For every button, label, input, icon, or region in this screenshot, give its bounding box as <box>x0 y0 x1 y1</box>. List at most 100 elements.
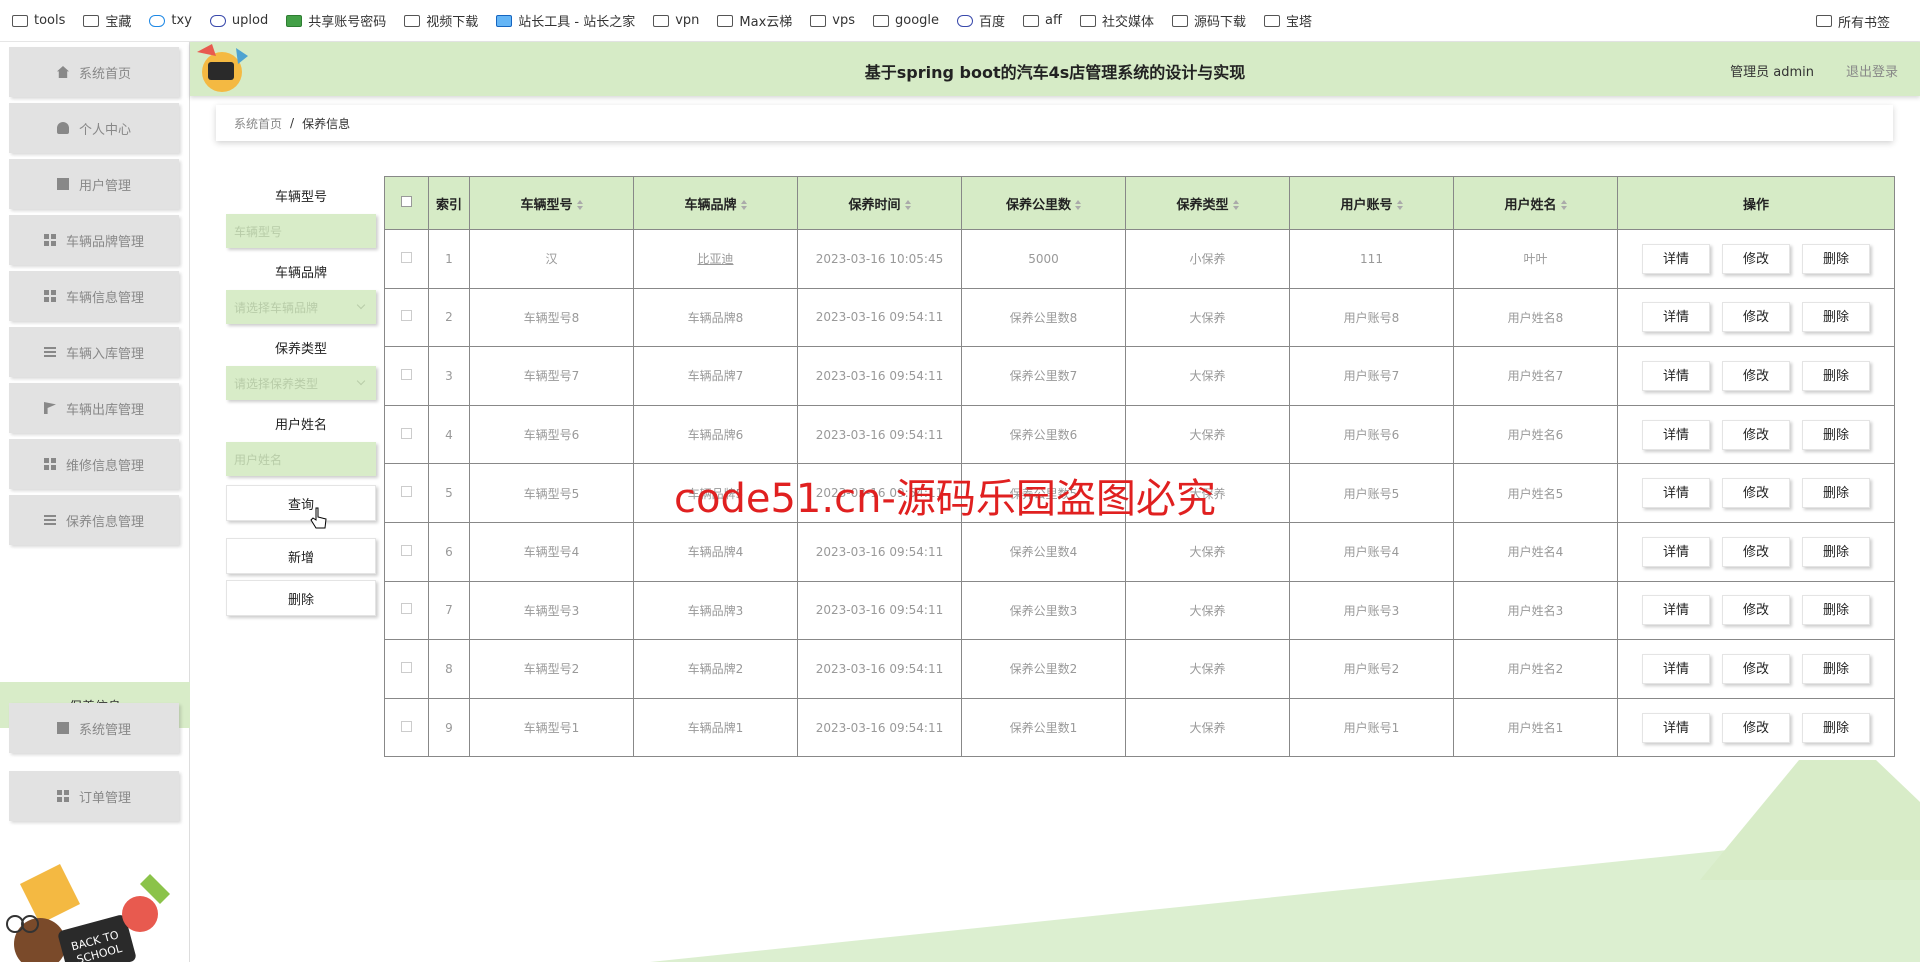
row-select-cell[interactable] <box>384 580 429 641</box>
sidebar-item-7[interactable]: 维修信息管理 <box>9 439 179 489</box>
sort-icon[interactable] <box>904 200 911 210</box>
bookmark-item[interactable]: 视频下载 <box>404 11 478 30</box>
row-select-cell[interactable] <box>384 229 429 289</box>
bookmark-item[interactable]: vpn <box>653 13 699 28</box>
select-all-cell[interactable] <box>384 176 429 230</box>
row-select-cell[interactable] <box>384 404 429 465</box>
col-brand[interactable]: 车辆品牌 <box>633 176 798 230</box>
row-delete-button[interactable]: 删除 <box>1802 595 1870 626</box>
sidebar-item-1[interactable]: 个人中心 <box>9 103 179 153</box>
col-account[interactable]: 用户账号 <box>1289 176 1454 230</box>
delete-button[interactable]: 删除 <box>226 580 376 616</box>
sort-icon[interactable] <box>576 200 583 210</box>
logout-link[interactable]: 退出登录 <box>1846 61 1898 80</box>
col-type[interactable]: 保养类型 <box>1125 176 1290 230</box>
sidebar-item-2[interactable]: 用户管理 <box>9 159 179 209</box>
detail-button[interactable]: 详情 <box>1642 419 1710 450</box>
row-select-cell[interactable] <box>384 287 429 348</box>
row-select-cell[interactable] <box>384 639 429 699</box>
query-button[interactable]: 查询 <box>226 485 376 521</box>
sidebar-bottom-item-0[interactable]: 系统管理 <box>9 703 179 753</box>
detail-button[interactable]: 详情 <box>1642 595 1710 626</box>
brand-select[interactable]: 请选择车辆品牌 <box>226 290 376 324</box>
name-input[interactable]: 用户姓名 <box>226 442 376 476</box>
bookmark-item[interactable]: uplod <box>209 13 268 28</box>
row-checkbox[interactable] <box>401 661 412 673</box>
sidebar-item-4[interactable]: 车辆信息管理 <box>9 271 179 321</box>
row-delete-button[interactable]: 删除 <box>1802 712 1870 743</box>
row-checkbox[interactable] <box>401 427 412 439</box>
row-checkbox[interactable] <box>401 251 412 263</box>
bookmark-item[interactable]: aff <box>1023 13 1062 28</box>
select-all-checkbox[interactable] <box>401 195 412 207</box>
bookmark-item[interactable]: 宝藏 <box>83 11 131 30</box>
row-checkbox[interactable] <box>401 544 412 556</box>
sidebar-item-6[interactable]: 车辆出库管理 <box>9 383 179 433</box>
edit-button[interactable]: 修改 <box>1722 360 1790 391</box>
sidebar-item-3[interactable]: 车辆品牌管理 <box>9 215 179 265</box>
bookmark-item[interactable]: 社交媒体 <box>1079 11 1154 30</box>
sort-icon[interactable] <box>740 200 747 210</box>
col-km[interactable]: 保养公里数 <box>961 176 1126 230</box>
model-input[interactable]: 车辆型号 <box>226 214 376 248</box>
edit-button[interactable]: 修改 <box>1722 653 1790 684</box>
row-checkbox[interactable] <box>401 368 412 380</box>
bookmark-item[interactable]: 站长工具 - 站长之家 <box>496 11 635 30</box>
breadcrumb-home[interactable]: 系统首页 <box>234 115 282 132</box>
detail-button[interactable]: 详情 <box>1642 302 1710 333</box>
detail-button[interactable]: 详情 <box>1642 478 1710 509</box>
detail-button[interactable]: 详情 <box>1642 243 1710 274</box>
col-time[interactable]: 保养时间 <box>797 176 962 230</box>
bookmark-item[interactable]: tools <box>12 13 65 28</box>
row-checkbox[interactable] <box>401 603 412 615</box>
detail-button[interactable]: 详情 <box>1642 536 1710 567</box>
col-name[interactable]: 用户姓名 <box>1453 176 1618 230</box>
row-delete-button[interactable]: 删除 <box>1802 302 1870 333</box>
bookmark-item[interactable]: 百度 <box>957 11 1005 30</box>
row-checkbox[interactable] <box>401 486 412 498</box>
sort-icon[interactable] <box>1560 200 1567 210</box>
detail-button[interactable]: 详情 <box>1642 712 1710 743</box>
type-select[interactable]: 请选择保养类型 <box>226 366 376 400</box>
all-bookmarks[interactable]: 所有书签 <box>1815 0 1908 42</box>
edit-button[interactable]: 修改 <box>1722 536 1790 567</box>
add-button[interactable]: 新增 <box>226 538 376 574</box>
bookmark-item[interactable]: 源码下载 <box>1172 11 1246 30</box>
sidebar-item-5[interactable]: 车辆入库管理 <box>9 327 179 377</box>
row-delete-button[interactable]: 删除 <box>1802 243 1870 274</box>
row-delete-button[interactable]: 删除 <box>1802 360 1870 391</box>
cell-brand: 车辆品牌4 <box>633 521 798 582</box>
bookmark-item[interactable]: google <box>873 13 939 28</box>
edit-button[interactable]: 修改 <box>1722 243 1790 274</box>
sort-icon[interactable] <box>1075 200 1081 210</box>
bookmark-item[interactable]: txy <box>149 13 192 28</box>
row-delete-button[interactable]: 删除 <box>1802 653 1870 684</box>
detail-button[interactable]: 详情 <box>1642 360 1710 391</box>
edit-button[interactable]: 修改 <box>1722 478 1790 509</box>
row-checkbox[interactable] <box>401 720 412 732</box>
bookmark-item[interactable]: vps <box>810 13 855 28</box>
edit-button[interactable]: 修改 <box>1722 302 1790 333</box>
detail-button[interactable]: 详情 <box>1642 653 1710 684</box>
row-select-cell[interactable] <box>384 346 429 406</box>
row-delete-button[interactable]: 删除 <box>1802 478 1870 509</box>
sidebar-bottom-item-1[interactable]: 订单管理 <box>9 771 179 821</box>
row-select-cell[interactable] <box>384 463 429 523</box>
bookmark-item[interactable]: Max云梯 <box>717 11 792 30</box>
bookmark-item[interactable]: 宝塔 <box>1264 11 1312 30</box>
col-model[interactable]: 车辆型号 <box>469 176 634 230</box>
row-select-cell[interactable] <box>384 697 429 758</box>
edit-button[interactable]: 修改 <box>1722 595 1790 626</box>
sort-icon[interactable] <box>1396 200 1403 210</box>
bookmark-item[interactable]: 共享账号密码 <box>286 11 386 30</box>
sidebar-item-8[interactable]: 保养信息管理 <box>9 495 179 545</box>
breadcrumb: 系统首页 / 保养信息 <box>216 105 1893 141</box>
sort-icon[interactable] <box>1232 200 1239 210</box>
row-checkbox[interactable] <box>401 310 412 322</box>
edit-button[interactable]: 修改 <box>1722 712 1790 743</box>
row-delete-button[interactable]: 删除 <box>1802 419 1870 450</box>
row-delete-button[interactable]: 删除 <box>1802 536 1870 567</box>
row-select-cell[interactable] <box>384 521 429 582</box>
sidebar-item-0[interactable]: 系统首页 <box>9 47 179 97</box>
edit-button[interactable]: 修改 <box>1722 419 1790 450</box>
